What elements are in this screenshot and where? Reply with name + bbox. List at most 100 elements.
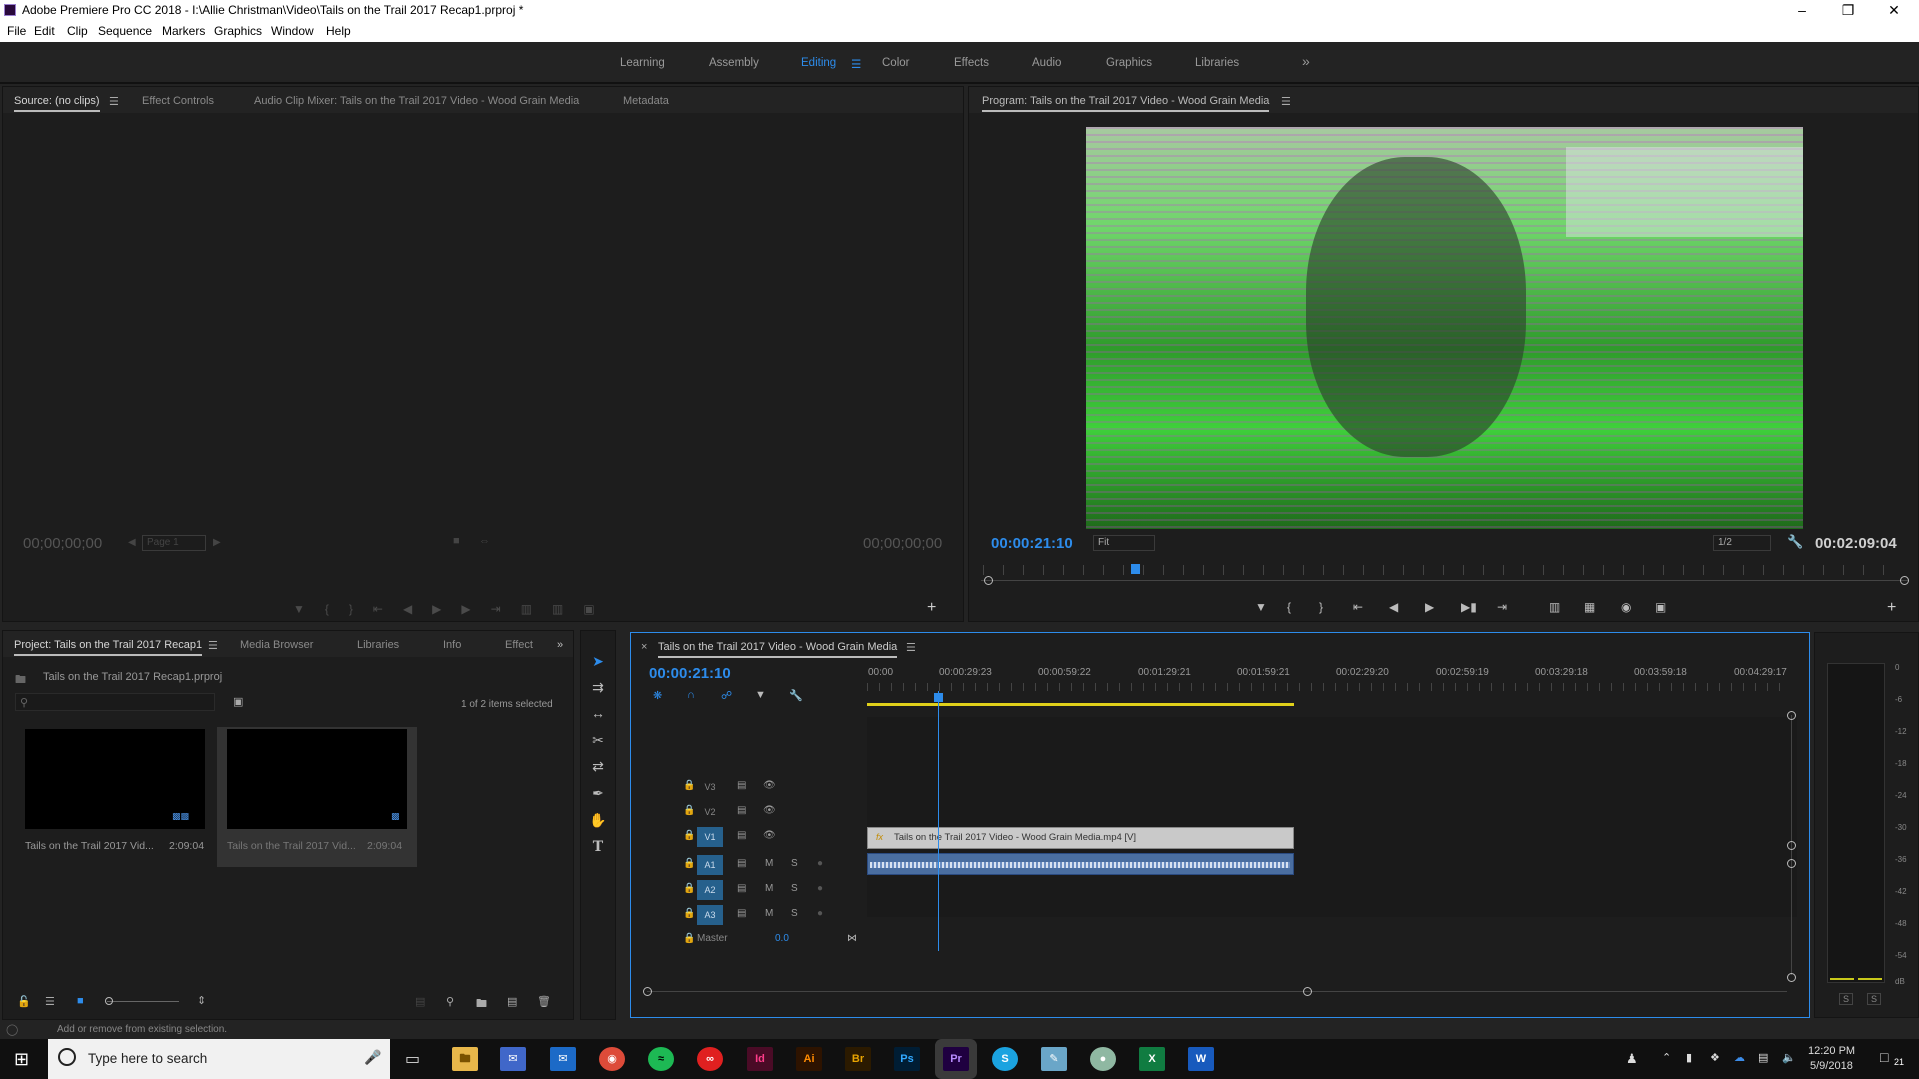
chrome-icon[interactable]: ◉ bbox=[599, 1047, 625, 1071]
menu-graphics[interactable]: Graphics bbox=[214, 24, 262, 38]
people-icon[interactable]: ♟ bbox=[1626, 1051, 1638, 1067]
tab-media-browser[interactable]: Media Browser bbox=[240, 639, 313, 651]
restore-button[interactable]: ❐ bbox=[1828, 0, 1868, 20]
tab-effects[interactable]: Effect bbox=[505, 639, 533, 651]
program-playhead[interactable] bbox=[1131, 564, 1140, 574]
sync-lock-icon[interactable]: ▤ bbox=[737, 908, 746, 919]
action-center-icon[interactable]: □ bbox=[1880, 1049, 1888, 1065]
sync-lock-icon[interactable]: ▤ bbox=[737, 858, 746, 869]
lock-icon[interactable]: 🔒 bbox=[683, 908, 695, 919]
comparison-view-icon[interactable]: ▣ bbox=[1655, 600, 1666, 614]
timeline-h-scrollbar[interactable] bbox=[647, 991, 1787, 992]
play-icon[interactable]: ▶ bbox=[1425, 600, 1434, 614]
tab-project[interactable]: Project: Tails on the Trail 2017 Recap1 bbox=[14, 639, 203, 656]
lock-icon[interactable]: 🔒 bbox=[683, 805, 695, 816]
new-bin-search-icon[interactable]: ▣ bbox=[233, 695, 243, 708]
project-overflow-icon[interactable]: » bbox=[557, 639, 563, 651]
v-scroll-handle[interactable] bbox=[1787, 973, 1796, 982]
lock-icon[interactable]: 🔒 bbox=[683, 830, 695, 841]
v-scroll-handle[interactable] bbox=[1787, 841, 1796, 850]
zoom-fit-dropdown[interactable]: Fit bbox=[1093, 535, 1155, 551]
microphone-icon[interactable]: 🎤 bbox=[364, 1049, 381, 1066]
trash-icon[interactable]: 🗑 bbox=[537, 995, 551, 1008]
mic-icon[interactable]: ● bbox=[817, 908, 823, 919]
timeline-playhead[interactable] bbox=[934, 693, 943, 702]
zoom-left-handle[interactable] bbox=[984, 576, 993, 585]
nest-icon[interactable]: ❋ bbox=[653, 689, 662, 702]
battery-icon[interactable]: ▮ bbox=[1686, 1051, 1692, 1064]
sort-icon[interactable]: ⇕ bbox=[197, 994, 206, 1007]
selection-tool-icon[interactable]: ➤ bbox=[581, 653, 615, 670]
workspace-graphics[interactable]: Graphics bbox=[1106, 57, 1152, 69]
mark-out-icon[interactable]: } bbox=[1319, 600, 1323, 614]
spotify-icon[interactable]: ≈ bbox=[648, 1047, 674, 1071]
work-area-bar[interactable] bbox=[867, 703, 1294, 706]
track-area[interactable] bbox=[867, 717, 1797, 917]
menu-markers[interactable]: Markers bbox=[162, 24, 205, 38]
master-go-to-icon[interactable]: ⋈ bbox=[847, 933, 857, 944]
menu-file[interactable]: File bbox=[7, 24, 26, 38]
premiere-taskbar-icon[interactable]: Pr bbox=[943, 1047, 969, 1071]
volume-icon[interactable]: 🔈 bbox=[1782, 1051, 1796, 1064]
razor-tool-icon[interactable]: ✂ bbox=[581, 732, 615, 749]
timeline-ruler[interactable]: 00:00 00:00:29:23 00:00:59:22 00:01:29:2… bbox=[867, 661, 1807, 706]
mic-icon[interactable]: ● bbox=[817, 883, 823, 894]
export-frame-icon[interactable]: ◉ bbox=[1621, 600, 1631, 614]
pen-tool-icon[interactable]: ✒ bbox=[581, 785, 615, 802]
audio-clip[interactable] bbox=[867, 853, 1294, 875]
sync-lock-icon[interactable]: ▤ bbox=[737, 805, 746, 816]
lock-icon[interactable]: 🔒 bbox=[683, 780, 695, 791]
minimize-button[interactable]: – bbox=[1782, 0, 1822, 20]
step-forward-icon[interactable]: ▶▮ bbox=[1461, 600, 1477, 614]
ripple-edit-tool-icon[interactable]: ↔ bbox=[581, 705, 615, 721]
notepad-icon[interactable]: ✎ bbox=[1041, 1047, 1067, 1071]
mark-in-icon[interactable]: { bbox=[1287, 600, 1291, 614]
sync-lock-icon[interactable]: ▤ bbox=[737, 780, 746, 791]
tab-audio-clip-mixer[interactable]: Audio Clip Mixer: Tails on the Trail 201… bbox=[254, 95, 579, 107]
bridge-icon[interactable]: Br bbox=[845, 1047, 871, 1071]
tab-libraries[interactable]: Libraries bbox=[357, 639, 399, 651]
v-scroll-handle[interactable] bbox=[1787, 711, 1796, 720]
h-scroll-right-handle[interactable] bbox=[1303, 987, 1312, 996]
tray-chevron-icon[interactable]: ⌃ bbox=[1662, 1051, 1671, 1064]
file-explorer-icon[interactable]: 🖿 bbox=[452, 1047, 478, 1071]
tab-info[interactable]: Info bbox=[443, 639, 461, 651]
track-label[interactable]: A2 bbox=[697, 880, 723, 900]
go-to-out-icon[interactable]: ⇥ bbox=[1497, 600, 1507, 614]
track-label[interactable]: V3 bbox=[697, 777, 723, 797]
workspace-assembly[interactable]: Assembly bbox=[709, 57, 759, 69]
skype-icon[interactable]: S bbox=[992, 1047, 1018, 1071]
clock-date[interactable]: 5/9/2018 bbox=[1810, 1060, 1853, 1072]
workspace-editing[interactable]: Editing bbox=[801, 57, 836, 69]
hand-tool-icon[interactable]: ✋ bbox=[581, 812, 615, 829]
v-scroll-handle[interactable] bbox=[1787, 859, 1796, 868]
icon-view-icon[interactable]: ■ bbox=[77, 995, 84, 1007]
snap-icon[interactable]: ∩ bbox=[687, 689, 695, 701]
eye-icon[interactable]: 👁 bbox=[763, 830, 776, 841]
word-icon[interactable]: W bbox=[1188, 1047, 1214, 1071]
lock-icon[interactable]: 🔒 bbox=[683, 933, 695, 944]
dropbox-icon[interactable]: ❖ bbox=[1710, 1051, 1720, 1064]
program-scrub-ruler[interactable] bbox=[983, 565, 1903, 575]
video-clip[interactable]: fx Tails on the Trail 2017 Video - Wood … bbox=[867, 827, 1294, 849]
workspace-overflow-icon[interactable]: » bbox=[1302, 53, 1310, 69]
zoom-slider-handle[interactable] bbox=[105, 997, 113, 1005]
network-icon[interactable]: ▤ bbox=[1758, 1051, 1768, 1064]
program-zoom-track[interactable] bbox=[981, 580, 1909, 581]
workspace-learning[interactable]: Learning bbox=[620, 57, 665, 69]
illustrator-icon[interactable]: Ai bbox=[796, 1047, 822, 1071]
mute-icon[interactable]: M bbox=[765, 883, 773, 894]
find-icon[interactable]: ⚲ bbox=[446, 995, 454, 1008]
clock-time[interactable]: 12:20 PM bbox=[1808, 1045, 1855, 1057]
lock-icon[interactable]: 🔓 bbox=[17, 995, 31, 1008]
lock-icon[interactable]: 🔒 bbox=[683, 883, 695, 894]
mute-icon[interactable]: M bbox=[765, 858, 773, 869]
track-label[interactable]: A3 bbox=[697, 905, 723, 925]
paint-icon[interactable]: ● bbox=[1090, 1047, 1116, 1071]
excel-icon[interactable]: X bbox=[1139, 1047, 1165, 1071]
master-volume[interactable]: 0.0 bbox=[775, 933, 789, 944]
task-view-icon[interactable]: ▭ bbox=[405, 1049, 420, 1069]
resolution-dropdown[interactable]: 1/2 bbox=[1713, 535, 1771, 551]
sync-lock-icon[interactable]: ▤ bbox=[737, 830, 746, 841]
menu-edit[interactable]: Edit bbox=[34, 24, 55, 38]
